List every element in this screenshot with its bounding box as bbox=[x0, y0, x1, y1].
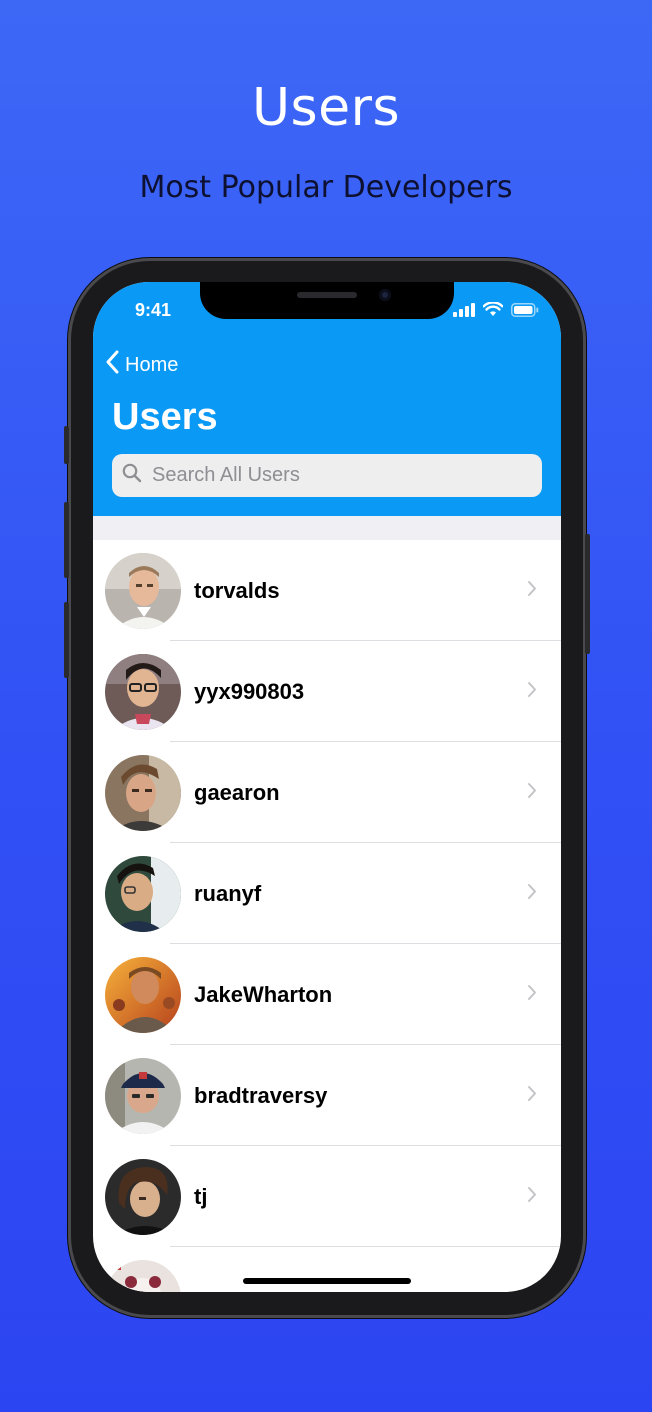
username: ruanyf bbox=[194, 880, 262, 906]
user-row[interactable]: bradtraversy bbox=[93, 1045, 561, 1146]
username: bradtraversy bbox=[194, 1082, 328, 1108]
user-row[interactable]: gaearon bbox=[93, 742, 561, 843]
volume-up-button bbox=[64, 502, 69, 578]
mute-switch bbox=[64, 426, 69, 464]
chevron-right-icon bbox=[527, 580, 537, 602]
username: tj bbox=[194, 1183, 208, 1209]
home-indicator bbox=[243, 1278, 411, 1284]
back-button-label: Home bbox=[125, 353, 179, 376]
avatar bbox=[105, 653, 181, 730]
chevron-right-icon bbox=[527, 1085, 537, 1107]
page-title: Users bbox=[112, 396, 218, 438]
list-header-spacer bbox=[93, 516, 561, 540]
user-list: torvalds yyx990803 gaearon ruanyf JakeWh… bbox=[93, 540, 561, 1292]
user-row[interactable]: yyx990803 bbox=[93, 641, 561, 742]
status-time: 9:41 bbox=[135, 300, 172, 320]
front-camera bbox=[379, 289, 391, 301]
avatar bbox=[105, 1057, 181, 1134]
user-row[interactable] bbox=[93, 1247, 561, 1292]
phone-screen: 9:41 Home Users Search All Users torvald… bbox=[93, 282, 561, 1292]
avatar bbox=[105, 855, 181, 932]
phone-frame: 9:41 Home Users Search All Users torvald… bbox=[64, 258, 590, 1318]
chevron-right-icon bbox=[527, 681, 537, 703]
navigation-bar: 9:41 Home Users Search All Users bbox=[93, 282, 561, 516]
username: JakeWharton bbox=[194, 981, 333, 1007]
search-input[interactable] bbox=[150, 463, 534, 488]
avatar bbox=[105, 956, 181, 1033]
wifi-icon bbox=[482, 301, 504, 322]
username: gaearon bbox=[194, 779, 280, 805]
battery-icon bbox=[511, 302, 539, 322]
signal-icon bbox=[453, 302, 475, 322]
username: torvalds bbox=[194, 577, 280, 603]
promo-subtitle: Most Popular Developers bbox=[139, 170, 513, 205]
user-row[interactable]: tj bbox=[93, 1146, 561, 1247]
chevron-left-icon bbox=[105, 350, 119, 380]
user-row[interactable]: torvalds bbox=[93, 540, 561, 641]
camera-notch bbox=[200, 282, 454, 319]
chevron-right-icon bbox=[527, 1186, 537, 1208]
promo-title: Users bbox=[251, 78, 401, 138]
chevron-right-icon bbox=[527, 782, 537, 804]
user-row[interactable]: JakeWharton bbox=[93, 944, 561, 1045]
chevron-right-icon bbox=[527, 883, 537, 905]
avatar bbox=[105, 754, 181, 831]
earpiece-speaker bbox=[297, 292, 357, 298]
back-button[interactable]: Home bbox=[105, 350, 178, 380]
chevron-right-icon bbox=[527, 984, 537, 1006]
avatar bbox=[105, 1158, 181, 1235]
search-bar[interactable] bbox=[112, 454, 542, 497]
avatar bbox=[105, 1259, 181, 1292]
avatar bbox=[105, 552, 181, 629]
username: yyx990803 bbox=[194, 678, 305, 704]
user-row[interactable]: ruanyf bbox=[93, 843, 561, 944]
power-button bbox=[585, 534, 590, 654]
search-icon bbox=[122, 463, 142, 488]
status-icons bbox=[453, 301, 539, 322]
volume-down-button bbox=[64, 602, 69, 678]
